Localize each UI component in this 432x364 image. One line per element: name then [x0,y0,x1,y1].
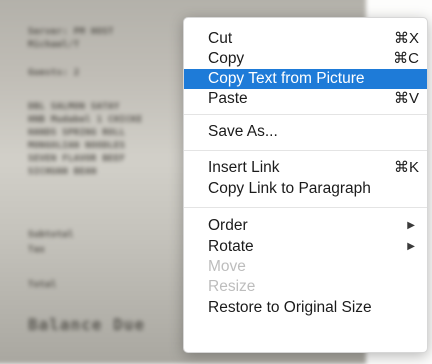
menu-item-cut[interactable]: Cut ⌘X [184,29,427,49]
menu-item-copy[interactable]: Copy ⌘C [184,49,427,69]
menu-item-copy-text-from-picture[interactable]: Copy Text from Picture [184,69,427,89]
menu-item-label: Copy Text from Picture [208,70,365,87]
menu-item-shortcut: ⌘V [393,90,419,107]
menu-item-paste[interactable]: Paste ⌘V [184,89,427,109]
menu-item-move: Move [184,257,427,277]
submenu-arrow-icon: ▶ [407,220,415,231]
receipt-line: DBL SALMON SATAY [28,102,120,112]
menu-item-save-as[interactable]: Save As... [184,122,427,142]
menu-item-label: Paste [208,90,248,107]
menu-item-shortcut: ⌘C [393,50,419,67]
menu-item-order[interactable]: Order ▶ [184,216,427,236]
menu-item-shortcut: ⌘X [393,30,419,47]
receipt-line: Total [28,280,57,290]
menu-item-label: Restore to Original Size [208,299,372,316]
receipt-line: Guests: 2 [28,68,80,78]
menu-item-label: Order [208,217,248,234]
menu-item-label: Insert Link [208,159,280,176]
menu-item-rotate[interactable]: Rotate ▶ [184,237,427,257]
receipt-line: HANDS SPRING ROLL [28,128,126,138]
receipt-line: Subtotal [28,230,74,240]
submenu-arrow-icon: ▶ [407,241,415,252]
menu-item-restore-to-original-size[interactable]: Restore to Original Size [184,298,427,318]
context-menu: Cut ⌘X Copy ⌘C Copy Text from Picture Pa… [183,17,428,353]
receipt-line: SICHUAN BEAN [28,167,97,177]
receipt-line: HNB Mudabel 1 CHICKE [28,115,143,125]
menu-item-copy-link-to-paragraph[interactable]: Copy Link to Paragraph [184,179,427,199]
menu-separator [184,207,427,208]
menu-item-label: Move [208,258,246,275]
menu-separator [184,150,427,151]
receipt-line: Tax [28,245,46,255]
menu-item-label: Rotate [208,238,254,255]
menu-item-label: Cut [208,30,233,47]
menu-item-label: Copy Link to Paragraph [208,180,371,197]
menu-separator [184,114,427,115]
menu-item-label: Resize [208,278,256,295]
menu-item-insert-link[interactable]: Insert Link ⌘K [184,158,427,178]
menu-item-resize: Resize [184,277,427,297]
receipt-line: Balance Due [28,315,145,334]
receipt-line: Michael/T [28,40,80,50]
menu-item-label: Copy [208,50,245,67]
menu-item-label: Save As... [208,123,278,140]
menu-item-shortcut: ⌘K [393,159,419,176]
receipt-line: MONGOLIAN NOODLES [28,141,126,151]
receipt-line: SEVEN FLAVOR BEEF [28,154,126,164]
receipt-line: Server: PM HOST [28,27,114,37]
